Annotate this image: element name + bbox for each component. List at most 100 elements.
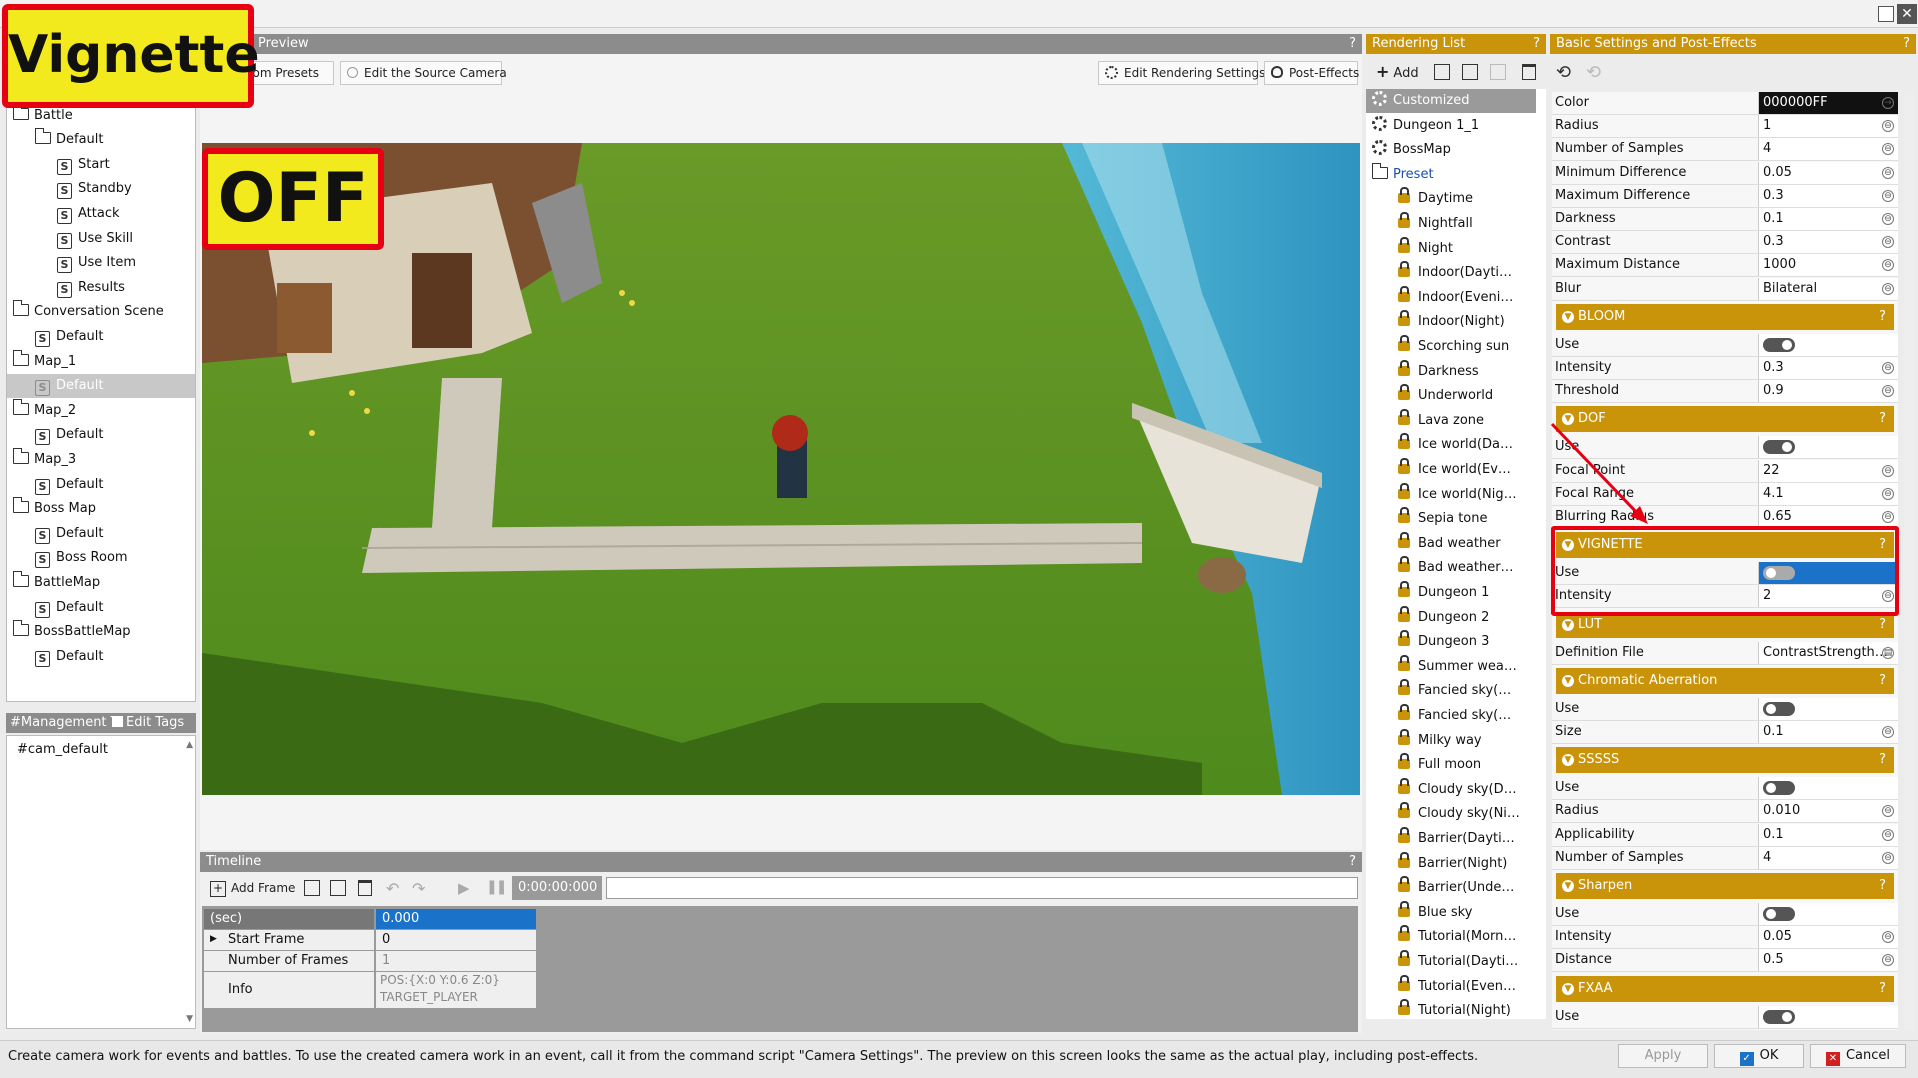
spinner-icon[interactable]: ⊖ [1882,828,1894,841]
new-item-icon[interactable] [1434,64,1450,80]
property-value[interactable]: 0.5 [1758,949,1898,972]
preset-item[interactable]: Cloudy sky(Ni… [1398,802,1546,826]
rendering-item[interactable]: BossMap [1372,138,1451,162]
tree-item[interactable]: Map_2 [12,398,195,423]
property-value[interactable]: 4 [1758,846,1898,869]
tree-item[interactable]: S Use Item [57,251,195,275]
sec-value[interactable]: 0.000 [376,909,536,929]
property-value[interactable] [1758,436,1898,459]
preset-item[interactable]: Daytime [1398,187,1546,211]
tree-item[interactable]: Map_1 [12,349,195,374]
revert-icon[interactable]: ⟲ [1586,62,1601,83]
spinner-icon[interactable]: ⊖ [1882,282,1894,295]
tree-item[interactable]: S Default [7,374,195,399]
scroll-down-icon[interactable]: ▼ [186,1014,193,1024]
scroll-up-icon[interactable]: ▲ [186,740,193,750]
tree-item[interactable]: BattleMap [12,571,195,595]
edit-rendering-settings-button[interactable]: Edit Rendering Settings [1098,61,1265,85]
timeline-track[interactable] [606,877,1358,899]
spinner-icon[interactable]: ▤ [1882,646,1894,659]
spinner-icon[interactable]: ⊖ [1882,487,1894,500]
sharpen-section[interactable]: ▼ Sharpen? [1556,873,1894,899]
preset-item[interactable]: Sepia tone [1398,507,1546,531]
tree-item[interactable]: S Default [35,596,195,620]
add-frame-button[interactable]: + Add Frame [204,877,298,901]
toggle-switch[interactable] [1763,337,1795,352]
tree-item[interactable]: S Standby [57,177,195,201]
spinner-icon[interactable]: ⊖ [1882,166,1894,179]
help-icon[interactable]: ? [1879,668,1886,694]
spinner-icon[interactable]: ⊖ [1882,726,1894,738]
preset-item[interactable]: Tutorial(Even… [1398,974,1546,999]
reset-icon[interactable]: ⟲ [1556,62,1571,83]
paste-icon[interactable] [330,880,346,896]
tree-item[interactable]: S Boss Room [35,546,195,570]
property-value[interactable] [1758,903,1898,925]
spinner-icon[interactable]: ⊖ [1882,464,1894,477]
spinner-icon[interactable]: ⊖ [1882,851,1894,864]
property-value[interactable]: 0.1 [1758,208,1898,230]
spinner-icon[interactable]: ⊖ [1882,362,1894,374]
preset-item[interactable]: Darkness [1398,359,1546,384]
post-effects-button[interactable]: Post-Effects [1264,61,1359,85]
preset-item[interactable]: Barrier(Night) [1398,851,1546,876]
spinner-icon[interactable]: → [1882,97,1894,109]
preset-item[interactable]: Dungeon 2 [1398,605,1546,630]
property-value[interactable]: 0.3 [1758,231,1898,254]
property-value[interactable]: 0.1 [1758,721,1898,743]
property-value[interactable]: 0.65 [1758,506,1898,528]
preset-item[interactable]: Dungeon 3 [1398,630,1546,654]
help-icon[interactable]: ? [1349,34,1356,54]
preset-folder[interactable]: Preset [1371,162,1434,187]
property-value[interactable]: 1 [1758,115,1898,138]
pause-icon[interactable]: ❚❚ [486,879,508,895]
checkbox-icon[interactable] [112,716,123,727]
tree-item[interactable]: S Default [35,522,195,546]
preset-item[interactable]: Barrier(Unde… [1398,876,1546,900]
play-icon[interactable]: ▶ [458,879,470,897]
tree-item[interactable]: S Default [35,325,195,349]
chromatic-section[interactable]: ▼ Chromatic Aberration? [1556,667,1894,694]
preset-item[interactable]: Tutorial(Dayti… [1398,950,1546,974]
restore-icon[interactable] [1878,6,1894,22]
apply-button[interactable]: Apply [1618,1044,1708,1068]
preset-item[interactable]: Underworld [1398,384,1546,408]
property-value[interactable]: ContrastStrength… [1758,641,1898,664]
toggle-switch[interactable] [1763,781,1795,796]
tree-item[interactable]: Boss Map [12,497,195,521]
preset-item[interactable]: Night [1398,236,1546,261]
property-value[interactable]: 0.05 [1758,161,1898,184]
help-icon[interactable]: ? [1879,406,1886,432]
property-value[interactable]: 0.05 [1758,926,1898,949]
settings-scrollbar[interactable] [1904,92,1914,1030]
property-value[interactable]: 0.1 [1758,823,1898,846]
edit-source-camera-button[interactable]: Edit the Source Camera [340,61,507,85]
copy-icon[interactable] [304,880,320,896]
tree-item[interactable]: S Attack [57,202,195,226]
copy-icon[interactable] [1462,64,1478,80]
tree-item[interactable]: S Default [35,473,195,497]
rendering-customized[interactable]: Customized [1366,89,1536,113]
preset-item[interactable]: Indoor(Dayti… [1398,261,1546,285]
ok-button[interactable]: ✓ OK [1714,1044,1804,1068]
preset-item[interactable]: Fancied sky(… [1398,679,1546,703]
preset-item[interactable]: Tutorial(Night) [1398,999,1546,1019]
trash-icon[interactable] [358,880,372,896]
paste-icon[interactable] [1490,64,1506,80]
preset-item[interactable]: Indoor(Night) [1398,310,1546,334]
preset-item[interactable]: Indoor(Eveni… [1398,285,1546,310]
toggle-switch[interactable] [1763,1009,1795,1024]
tree-item[interactable]: Conversation Scene [12,300,195,324]
preset-item[interactable]: Full moon [1398,753,1546,777]
expand-icon[interactable]: ▶ [210,934,217,944]
property-value[interactable] [1758,777,1898,800]
help-icon[interactable]: ? [1533,34,1540,54]
preset-item[interactable]: Cloudy sky(D… [1398,777,1546,802]
sssss-section[interactable]: ▼ SSSSS? [1556,747,1894,774]
toggle-switch[interactable] [1763,440,1795,455]
help-icon[interactable]: ? [1879,873,1886,899]
preset-item[interactable]: Scorching sun [1398,335,1546,359]
spinner-icon[interactable]: ⊖ [1882,511,1894,523]
property-value[interactable] [1758,697,1898,720]
preset-item[interactable]: Bad weather… [1398,556,1546,580]
